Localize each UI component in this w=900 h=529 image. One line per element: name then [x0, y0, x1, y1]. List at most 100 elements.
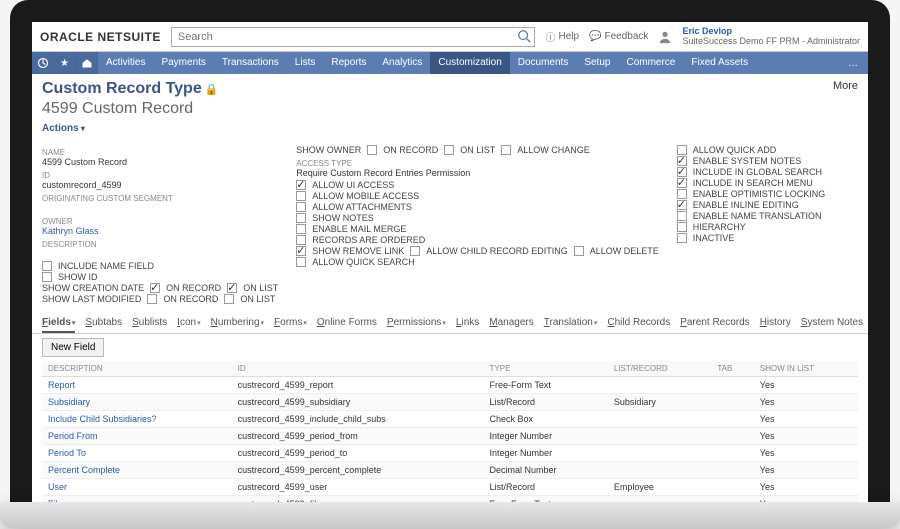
show-id-checkbox[interactable] [42, 272, 52, 282]
tab-icon[interactable]: Icon [177, 317, 200, 333]
history-icon[interactable] [32, 52, 54, 74]
tab-online-forms[interactable]: Online Forms [317, 317, 377, 333]
nav-commerce[interactable]: Commerce [618, 52, 683, 74]
modified-on-record-checkbox[interactable] [147, 294, 157, 304]
col-id[interactable]: ID [232, 361, 484, 377]
tab-forms[interactable]: Forms [274, 317, 307, 333]
new-field-button[interactable]: New Field [42, 338, 104, 357]
inactive-checkbox[interactable] [677, 233, 687, 243]
top-bar: ORACLE NETSUITE ⓘ Help 💬 Feedback Eric D… [32, 22, 868, 52]
show-remove-link-checkbox[interactable] [296, 246, 306, 256]
user-role: SuiteSuccess Demo FF PRM - Administrator [682, 37, 860, 47]
allow-ui-access-checkbox[interactable] [296, 180, 306, 190]
tab-managers[interactable]: Managers [489, 317, 533, 333]
col-tab[interactable]: TAB [711, 361, 753, 377]
allow-mobile-access-checkbox[interactable] [296, 191, 306, 201]
feedback-icon[interactable]: 💬 Feedback [589, 31, 648, 42]
tab-permissions[interactable]: Permissions [387, 317, 446, 333]
allow-delete-checkbox[interactable] [574, 246, 584, 256]
field-link[interactable]: Period To [48, 448, 86, 458]
inline-editing-checkbox[interactable] [677, 200, 687, 210]
tab-links[interactable]: Links [456, 317, 479, 333]
logo: ORACLE NETSUITE [40, 30, 161, 44]
allow-child-editing-checkbox[interactable] [410, 246, 420, 256]
tab-fields[interactable]: Fields [42, 317, 75, 333]
search-input[interactable] [171, 27, 536, 47]
tab-history[interactable]: History [760, 317, 791, 333]
field-link[interactable]: Include Child Subsidiaries? [48, 414, 157, 424]
nav-setup[interactable]: Setup [576, 52, 618, 74]
nav-payments[interactable]: Payments [153, 52, 213, 74]
help-icon[interactable]: ⓘ Help [545, 29, 579, 44]
segment-label: ORIGINATING CUSTOM SEGMENT [42, 194, 278, 203]
name-value: 4599 Custom Record [42, 157, 278, 167]
avatar-icon[interactable] [658, 30, 672, 44]
nav-reports[interactable]: Reports [323, 52, 374, 74]
search-icon[interactable] [517, 29, 531, 43]
owner-label: OWNER [42, 217, 278, 226]
nav-documents[interactable]: Documents [510, 52, 577, 74]
logo-oracle: ORACLE [40, 30, 94, 44]
table-row: Period Tocustrecord_4599_period_toIntege… [42, 445, 858, 462]
modified-on-list-checkbox[interactable] [224, 294, 234, 304]
page-title: Custom Record Type [42, 80, 202, 97]
tab-subtabs[interactable]: Subtabs [85, 317, 122, 333]
id-label: ID [42, 171, 278, 180]
tab-parent-records[interactable]: Parent Records [680, 317, 749, 333]
nav-customization[interactable]: Customization [430, 52, 509, 74]
include-name-field-checkbox[interactable] [42, 261, 52, 271]
details-col-left: NAME 4599 Custom Record ID customrecord_… [42, 144, 278, 305]
allow-attachments-checkbox[interactable] [296, 202, 306, 212]
name-label: NAME [42, 148, 278, 157]
field-link[interactable]: User [48, 482, 67, 492]
main-nav: ★ ActivitiesPaymentsTransactionsListsRep… [32, 52, 868, 74]
name-translation-checkbox[interactable] [677, 211, 687, 221]
field-link[interactable]: Period From [48, 431, 98, 441]
owner-on-list-checkbox[interactable] [444, 145, 454, 155]
allow-quick-search-checkbox[interactable] [296, 257, 306, 267]
logo-netsuite: NETSUITE [98, 30, 161, 44]
tab-child-records[interactable]: Child Records [607, 317, 670, 333]
owner-on-record-checkbox[interactable] [367, 145, 377, 155]
table-row: Include Child Subsidiaries?custrecord_45… [42, 411, 858, 428]
nav-fixed-assets[interactable]: Fixed Assets [683, 52, 756, 74]
home-icon[interactable] [76, 52, 98, 74]
col-description[interactable]: DESCRIPTION [42, 361, 232, 377]
fields-table: DESCRIPTIONIDTYPELIST/RECORDTABSHOW IN L… [42, 361, 858, 502]
more-link[interactable]: More [833, 80, 858, 92]
enable-mail-merge-checkbox[interactable] [296, 224, 306, 234]
field-link[interactable]: Filename [48, 499, 85, 502]
page-header: Custom Record Type 🔒 4599 Custom Record … [32, 74, 868, 120]
access-type-label: ACCESS TYPE [296, 159, 659, 168]
hierarchy-checkbox[interactable] [677, 222, 687, 232]
nav-more-icon[interactable]: … [838, 58, 868, 69]
owner-link[interactable]: Kathryn Glass [42, 226, 278, 236]
field-link[interactable]: Subsidiary [48, 397, 90, 407]
star-icon[interactable]: ★ [54, 52, 76, 74]
nav-lists[interactable]: Lists [287, 52, 324, 74]
tab-sublists[interactable]: Sublists [132, 317, 167, 333]
table-row: Percent Completecustrecord_4599_percent_… [42, 462, 858, 479]
field-link[interactable]: Report [48, 380, 75, 390]
search-wrap [171, 27, 536, 47]
col-type[interactable]: TYPE [484, 361, 608, 377]
user-box[interactable]: Eric Devlop SuiteSuccess Demo FF PRM - A… [682, 27, 860, 47]
field-link[interactable]: Percent Complete [48, 465, 120, 475]
actions-menu[interactable]: Actions [42, 123, 85, 134]
creation-on-list-checkbox[interactable] [227, 283, 237, 293]
show-notes-checkbox[interactable] [296, 213, 306, 223]
col-show-in-list[interactable]: SHOW IN LIST [754, 361, 858, 377]
lock-icon: 🔒 [205, 84, 219, 96]
tab-numbering[interactable]: Numbering [211, 317, 264, 333]
show-creation-date-label: SHOW CREATION DATE [42, 283, 144, 293]
access-type-value: Require Custom Record Entries Permission [296, 168, 659, 178]
include-search-menu-checkbox[interactable] [677, 178, 687, 188]
tab-translation[interactable]: Translation [544, 317, 598, 333]
nav-analytics[interactable]: Analytics [374, 52, 430, 74]
col-list-record[interactable]: LIST/RECORD [608, 361, 712, 377]
creation-on-record-checkbox[interactable] [150, 283, 160, 293]
nav-transactions[interactable]: Transactions [214, 52, 287, 74]
nav-activities[interactable]: Activities [98, 52, 153, 74]
tab-system-notes[interactable]: System Notes [801, 317, 863, 333]
allow-change-checkbox[interactable] [501, 145, 511, 155]
